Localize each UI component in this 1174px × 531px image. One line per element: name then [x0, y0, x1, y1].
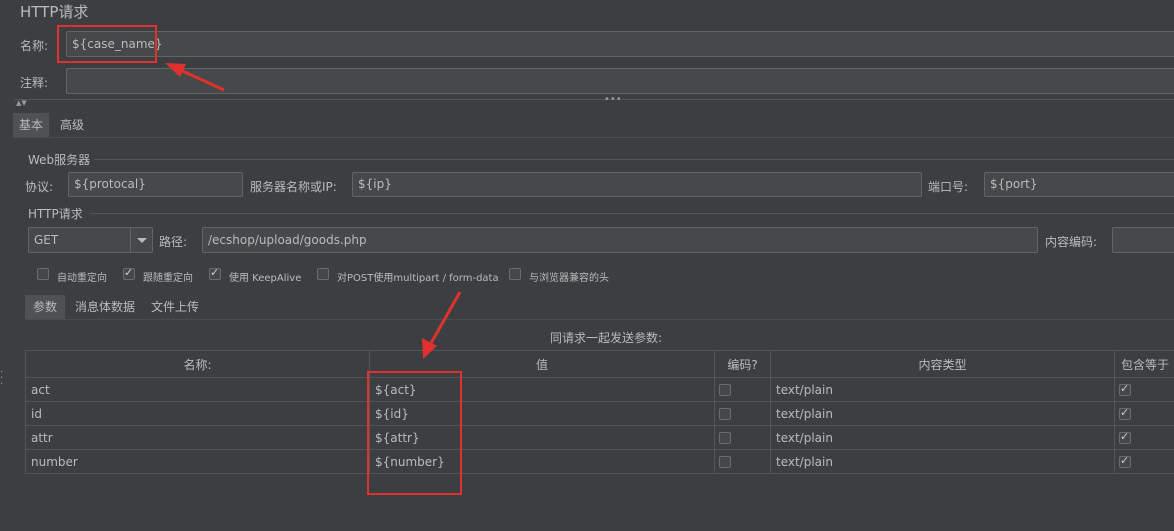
arrow-to-name-icon: [165, 63, 225, 92]
annotation-arrows: [165, 63, 462, 359]
arrow-to-values-icon: [422, 291, 462, 359]
